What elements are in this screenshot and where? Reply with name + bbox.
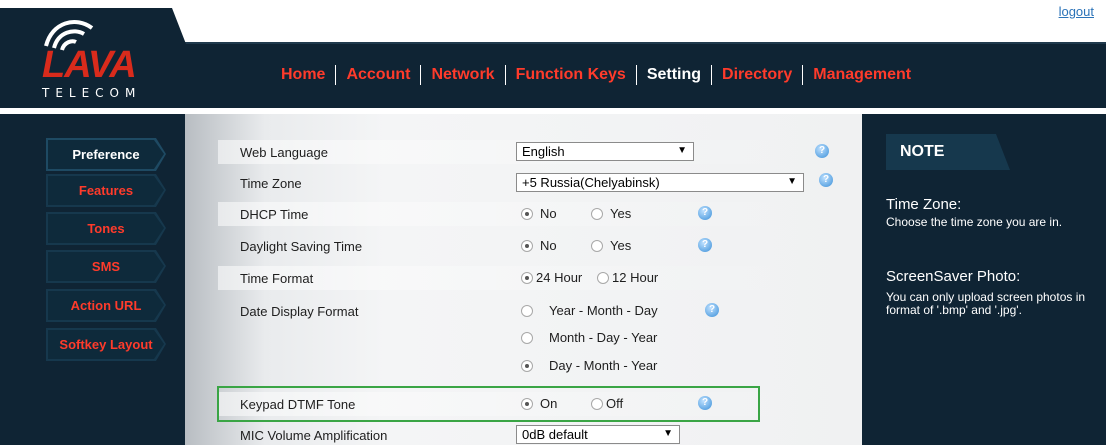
sidebar-item-label: Action URL: [70, 298, 142, 313]
web-language-label: Web Language: [240, 145, 328, 160]
nav-setting[interactable]: Setting: [637, 66, 711, 84]
help-icon[interactable]: ?: [705, 303, 719, 317]
radio-label: Month - Day - Year: [549, 330, 658, 345]
daylight-saving-no-radio[interactable]: No: [521, 238, 557, 253]
mic-volume-value: 0dB default: [522, 427, 588, 442]
sidebar-item-label: Preference: [72, 147, 140, 162]
logo-sub: TELECOM: [42, 86, 142, 100]
radio-indicator: [591, 208, 603, 220]
time-zone-label: Time Zone: [240, 176, 302, 191]
sidebar-item-softkey-layout[interactable]: Softkey Layout: [46, 328, 166, 361]
date-display-format-label: Date Display Format: [240, 304, 359, 319]
radio-indicator: [521, 272, 533, 284]
daylight-saving-yes-radio[interactable]: Yes: [591, 238, 631, 253]
row-daylight-saving: Daylight Saving Time No Yes ?: [218, 234, 838, 258]
sidebar-item-features[interactable]: Features: [46, 174, 166, 207]
nav-directory[interactable]: Directory: [712, 66, 802, 84]
help-icon[interactable]: ?: [698, 238, 712, 252]
daylight-saving-label: Daylight Saving Time: [240, 239, 363, 254]
radio-indicator: [521, 208, 533, 220]
row-dhcp-time: DHCP Time No Yes ?: [218, 202, 838, 226]
nav-management[interactable]: Management: [803, 66, 921, 84]
radio-indicator: [521, 360, 533, 372]
mic-volume-label: MIC Volume Amplification: [240, 428, 388, 443]
mic-volume-select[interactable]: 0dB default ▼: [516, 425, 680, 444]
sidebar-item-label: Features: [78, 183, 134, 198]
sidebar-item-action-url[interactable]: Action URL: [46, 289, 166, 322]
phone-web-ui: LAVA TELECOM logout Home Account Network…: [0, 0, 1106, 445]
dropdown-arrow-icon: ▼: [787, 176, 797, 187]
web-language-select[interactable]: English ▼: [516, 142, 694, 161]
note-tab-label: NOTE: [900, 143, 945, 160]
radio-label: 24 Hour: [536, 270, 583, 285]
note-text-time-zone: Choose the time zone you are in.: [886, 215, 1063, 229]
main-nav: Home Account Network Function Keys Setti…: [271, 64, 921, 86]
note-text-screensaver: You can only upload screen photos in for…: [886, 290, 1086, 317]
web-language-value: English: [522, 144, 565, 159]
time-format-24-radio[interactable]: 24 Hour: [521, 270, 582, 285]
row-date-display-format: Date Display Format Year - Month - Day ?…: [218, 299, 838, 381]
radio-indicator: [591, 240, 603, 252]
radio-label: Day - Month - Year: [549, 358, 658, 373]
sidebar-item-preference[interactable]: Preference: [46, 138, 166, 171]
highlight-box: [217, 386, 760, 422]
radio-indicator: [521, 305, 533, 317]
dhcp-time-no-radio[interactable]: No: [521, 206, 557, 221]
sidebar-item-label: Tones: [87, 221, 125, 236]
radio-label: No: [540, 238, 557, 253]
nav-home[interactable]: Home: [271, 66, 335, 84]
dropdown-arrow-icon: ▼: [663, 428, 673, 439]
note-tab: NOTE: [886, 134, 1010, 170]
nav-account[interactable]: Account: [336, 66, 420, 84]
dhcp-time-yes-radio[interactable]: Yes: [591, 206, 631, 221]
radio-label: Yes: [610, 206, 632, 221]
nav-network[interactable]: Network: [421, 66, 504, 84]
logo-brand: LAVA: [42, 44, 137, 86]
sidebar-item-tones[interactable]: Tones: [46, 212, 166, 245]
note-panel: NOTE Time Zone: Choose the time zone you…: [862, 114, 1106, 445]
time-zone-select[interactable]: +5 Russia(Chelyabinsk) ▼: [516, 173, 804, 192]
date-format-mdy-radio[interactable]: Month - Day - Year: [521, 330, 657, 345]
radio-indicator: [521, 240, 533, 252]
help-icon[interactable]: ?: [819, 173, 833, 187]
note-title-time-zone: Time Zone:: [886, 196, 962, 213]
radio-label: Yes: [610, 238, 632, 253]
dropdown-arrow-icon: ▼: [677, 145, 687, 156]
sidebar: Preference Features Tones SMS Action URL…: [0, 114, 185, 445]
sidebar-item-label: Softkey Layout: [59, 337, 153, 352]
logout-link[interactable]: logout: [1059, 4, 1094, 19]
radio-label: No: [540, 206, 557, 221]
lava-telecom-logo: LAVA TELECOM: [40, 12, 170, 100]
note-title-screensaver: ScreenSaver Photo:: [886, 268, 1021, 285]
time-format-12-radio[interactable]: 12 Hour: [597, 270, 658, 285]
help-icon[interactable]: ?: [815, 144, 829, 158]
row-web-language: Web Language English ▼ ?: [218, 140, 838, 164]
sidebar-item-label: SMS: [91, 259, 121, 274]
row-mic-volume: MIC Volume Amplification 0dB default ▼: [218, 423, 838, 445]
radio-label: 12 Hour: [612, 270, 659, 285]
radio-indicator: [597, 272, 609, 284]
time-zone-value: +5 Russia(Chelyabinsk): [522, 175, 660, 190]
help-icon[interactable]: ?: [698, 206, 712, 220]
date-format-dmy-radio[interactable]: Day - Month - Year: [521, 358, 657, 373]
radio-label: Year - Month - Day: [549, 303, 658, 318]
time-format-label: Time Format: [240, 271, 314, 286]
radio-indicator: [521, 332, 533, 344]
date-format-ymd-radio[interactable]: Year - Month - Day: [521, 303, 658, 318]
nav-function-keys[interactable]: Function Keys: [506, 66, 636, 84]
row-time-zone: Time Zone +5 Russia(Chelyabinsk) ▼ ?: [218, 171, 838, 195]
sidebar-item-sms[interactable]: SMS: [46, 250, 166, 283]
row-time-format: Time Format 24 Hour 12 Hour: [218, 266, 838, 290]
dhcp-time-label: DHCP Time: [240, 207, 309, 222]
